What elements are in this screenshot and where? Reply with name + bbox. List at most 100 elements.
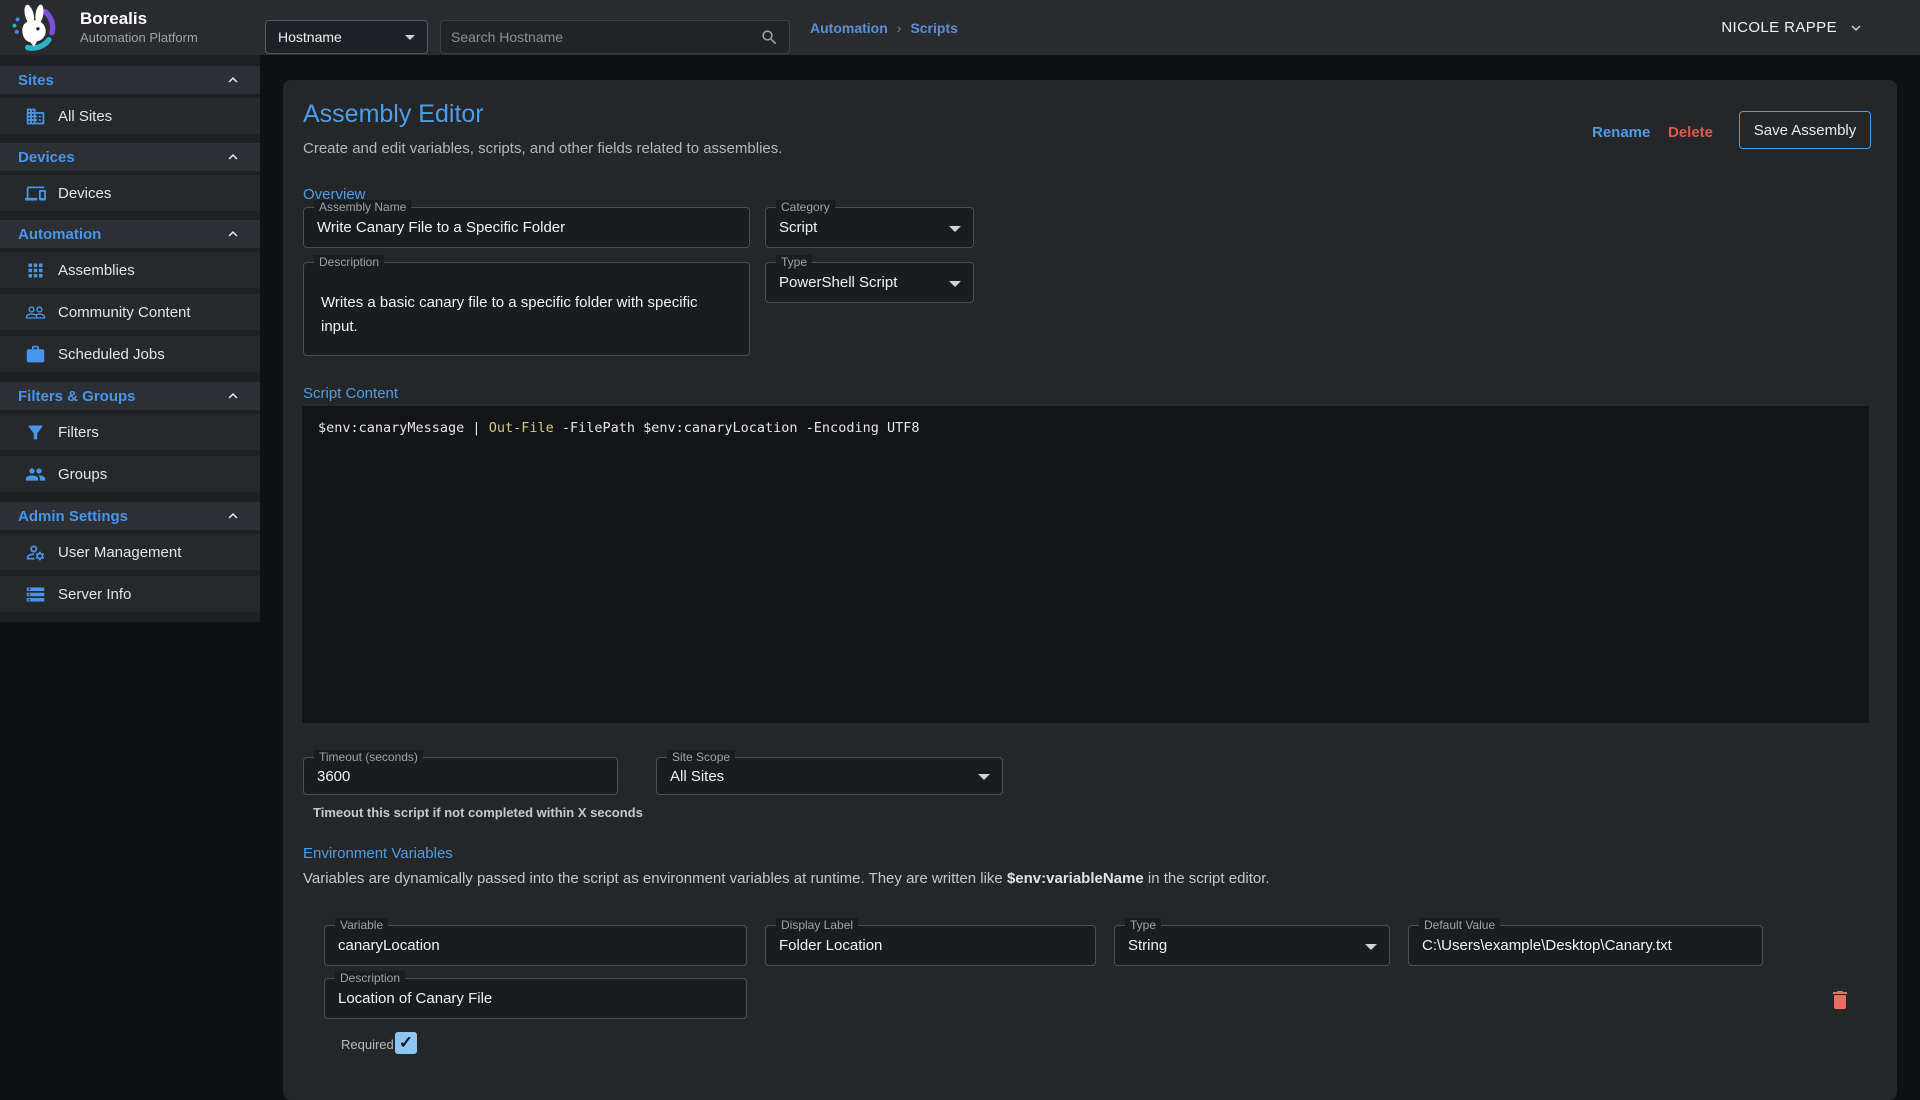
chevron-down-icon [949, 226, 961, 232]
hostname-filter-select[interactable]: Hostname [265, 20, 428, 54]
script-content-section-label: Script Content [303, 385, 398, 402]
field-value: 3600 [317, 758, 587, 794]
env-variable-syntax: $env:variableName [1007, 870, 1144, 887]
sidebar-item-groups[interactable]: Groups [0, 456, 260, 492]
sidebar-item-user-management[interactable]: User Management [0, 534, 260, 570]
sidebar-item-devices[interactable]: Devices [0, 175, 260, 211]
breadcrumb-automation[interactable]: Automation [810, 20, 888, 36]
hostname-select-value: Hostname [278, 29, 342, 45]
field-label: Description [314, 255, 384, 269]
brand-subtitle: Automation Platform [80, 30, 198, 45]
sidebar-section-sites[interactable]: Sites [0, 66, 260, 94]
field-value: PowerShell Script [779, 263, 943, 302]
people-outline-icon [24, 301, 46, 323]
sidebar-section-devices[interactable]: Devices [0, 143, 260, 171]
borealis-rabbit-logo-icon [8, 3, 60, 53]
sidebar-item-label: Server Info [58, 586, 131, 603]
sidebar-section-filters-groups[interactable]: Filters & Groups [0, 382, 260, 410]
section-label: Admin Settings [18, 508, 128, 525]
site-scope-select[interactable]: Site Scope All Sites [656, 757, 1003, 795]
grid-icon [24, 259, 46, 281]
variable-description-field[interactable]: Description Location of Canary File [324, 978, 747, 1019]
sidebar-item-all-sites[interactable]: All Sites [0, 98, 260, 134]
sidebar-item-label: Filters [58, 424, 99, 441]
category-select[interactable]: Category Script [765, 207, 974, 248]
script-code-editor[interactable]: $env:canaryMessage | Out-File -FilePath … [301, 405, 1870, 724]
chevron-up-icon [224, 507, 242, 525]
field-value: String [1128, 926, 1359, 965]
devices-icon [24, 182, 46, 204]
chevron-down-icon [1365, 944, 1377, 950]
sidebar-item-filters[interactable]: Filters [0, 414, 260, 450]
required-label: Required [341, 1037, 394, 1052]
field-value: Writes a basic canary file to a specific… [321, 291, 725, 339]
field-value: Script [779, 208, 943, 247]
chevron-up-icon [224, 71, 242, 89]
save-assembly-button[interactable]: Save Assembly [1739, 111, 1871, 149]
type-select[interactable]: Type PowerShell Script [765, 262, 974, 303]
timeout-field[interactable]: Timeout (seconds) 3600 [303, 757, 618, 795]
storage-icon [24, 583, 46, 605]
page-title: Assembly Editor [303, 100, 484, 129]
chevron-up-icon [224, 148, 242, 166]
funnel-icon [24, 421, 46, 443]
sidebar-item-server-info[interactable]: Server Info [0, 576, 260, 612]
section-label: Devices [18, 149, 75, 166]
field-value: Write Canary File to a Specific Folder [317, 208, 719, 247]
sidebar-item-label: Assemblies [58, 262, 135, 279]
chevron-down-icon [978, 774, 990, 780]
rename-button[interactable]: Rename [1592, 124, 1650, 141]
assembly-name-field[interactable]: Assembly Name Write Canary File to a Spe… [303, 207, 750, 248]
assembly-editor-panel: Assembly Editor Create and edit variable… [283, 80, 1897, 1100]
field-value: canaryLocation [338, 926, 716, 965]
sidebar-item-label: Devices [58, 185, 111, 202]
sidebar-item-scheduled-jobs[interactable]: Scheduled Jobs [0, 336, 260, 372]
code-line: $env:canaryMessage | Out-File -FilePath … [318, 420, 919, 436]
search-icon [760, 28, 779, 47]
description-field[interactable]: Description Writes a basic canary file t… [303, 262, 750, 356]
timeout-helper-text: Timeout this script if not completed wit… [313, 805, 643, 820]
variable-type-select[interactable]: Type String [1114, 925, 1390, 966]
chevron-up-icon [224, 225, 242, 243]
chevron-down-icon [949, 281, 961, 287]
code-keyword: Out-File [489, 420, 554, 436]
page-subtitle: Create and edit variables, scripts, and … [303, 140, 782, 157]
display-label-field[interactable]: Display Label Folder Location [765, 925, 1096, 966]
hostname-search [440, 20, 790, 54]
section-label: Automation [18, 226, 101, 243]
sidebar-item-label: Community Content [58, 304, 191, 321]
delete-variable-trash-icon[interactable] [1828, 988, 1852, 1012]
manage-accounts-icon [24, 541, 46, 563]
breadcrumb-scripts[interactable]: Scripts [910, 20, 957, 36]
brand-name: Borealis [80, 9, 147, 29]
sidebar-item-label: All Sites [58, 108, 112, 125]
sidebar-section-admin-settings[interactable]: Admin Settings [0, 502, 260, 530]
sidebar-item-community-content[interactable]: Community Content [0, 294, 260, 330]
chevron-down-icon [405, 35, 415, 40]
sidebar-item-label: Scheduled Jobs [58, 346, 165, 363]
user-menu[interactable]: NICOLE RAPPE [1721, 0, 1865, 55]
building-icon [24, 105, 46, 127]
chevron-down-icon [1847, 19, 1865, 37]
delete-button[interactable]: Delete [1668, 124, 1713, 141]
sidebar-nav: Sites All Sites Devices Devices Automati… [0, 55, 260, 622]
default-value-field[interactable]: Default Value C:\Users\example\Desktop\C… [1408, 925, 1763, 966]
user-name: NICOLE RAPPE [1721, 19, 1837, 36]
env-variables-section-label: Environment Variables [303, 845, 453, 862]
sidebar-item-label: Groups [58, 466, 107, 483]
briefcase-icon [24, 343, 46, 365]
sidebar-item-assemblies[interactable]: Assemblies [0, 252, 260, 288]
sidebar-section-automation[interactable]: Automation [0, 220, 260, 248]
top-bar: Borealis Automation Platform Hostname Au… [0, 0, 1920, 55]
groups-icon [24, 463, 46, 485]
section-label: Sites [18, 72, 54, 89]
required-checkbox[interactable]: ✓ [395, 1032, 417, 1054]
breadcrumb-separator: › [897, 20, 902, 36]
breadcrumb: Automation › Scripts [810, 0, 958, 55]
field-value: C:\Users\example\Desktop\Canary.txt [1422, 926, 1732, 965]
field-value: All Sites [670, 758, 972, 794]
search-input[interactable] [451, 29, 760, 45]
field-value: Location of Canary File [338, 979, 716, 1018]
variable-name-field[interactable]: Variable canaryLocation [324, 925, 747, 966]
field-value: Folder Location [779, 926, 1065, 965]
